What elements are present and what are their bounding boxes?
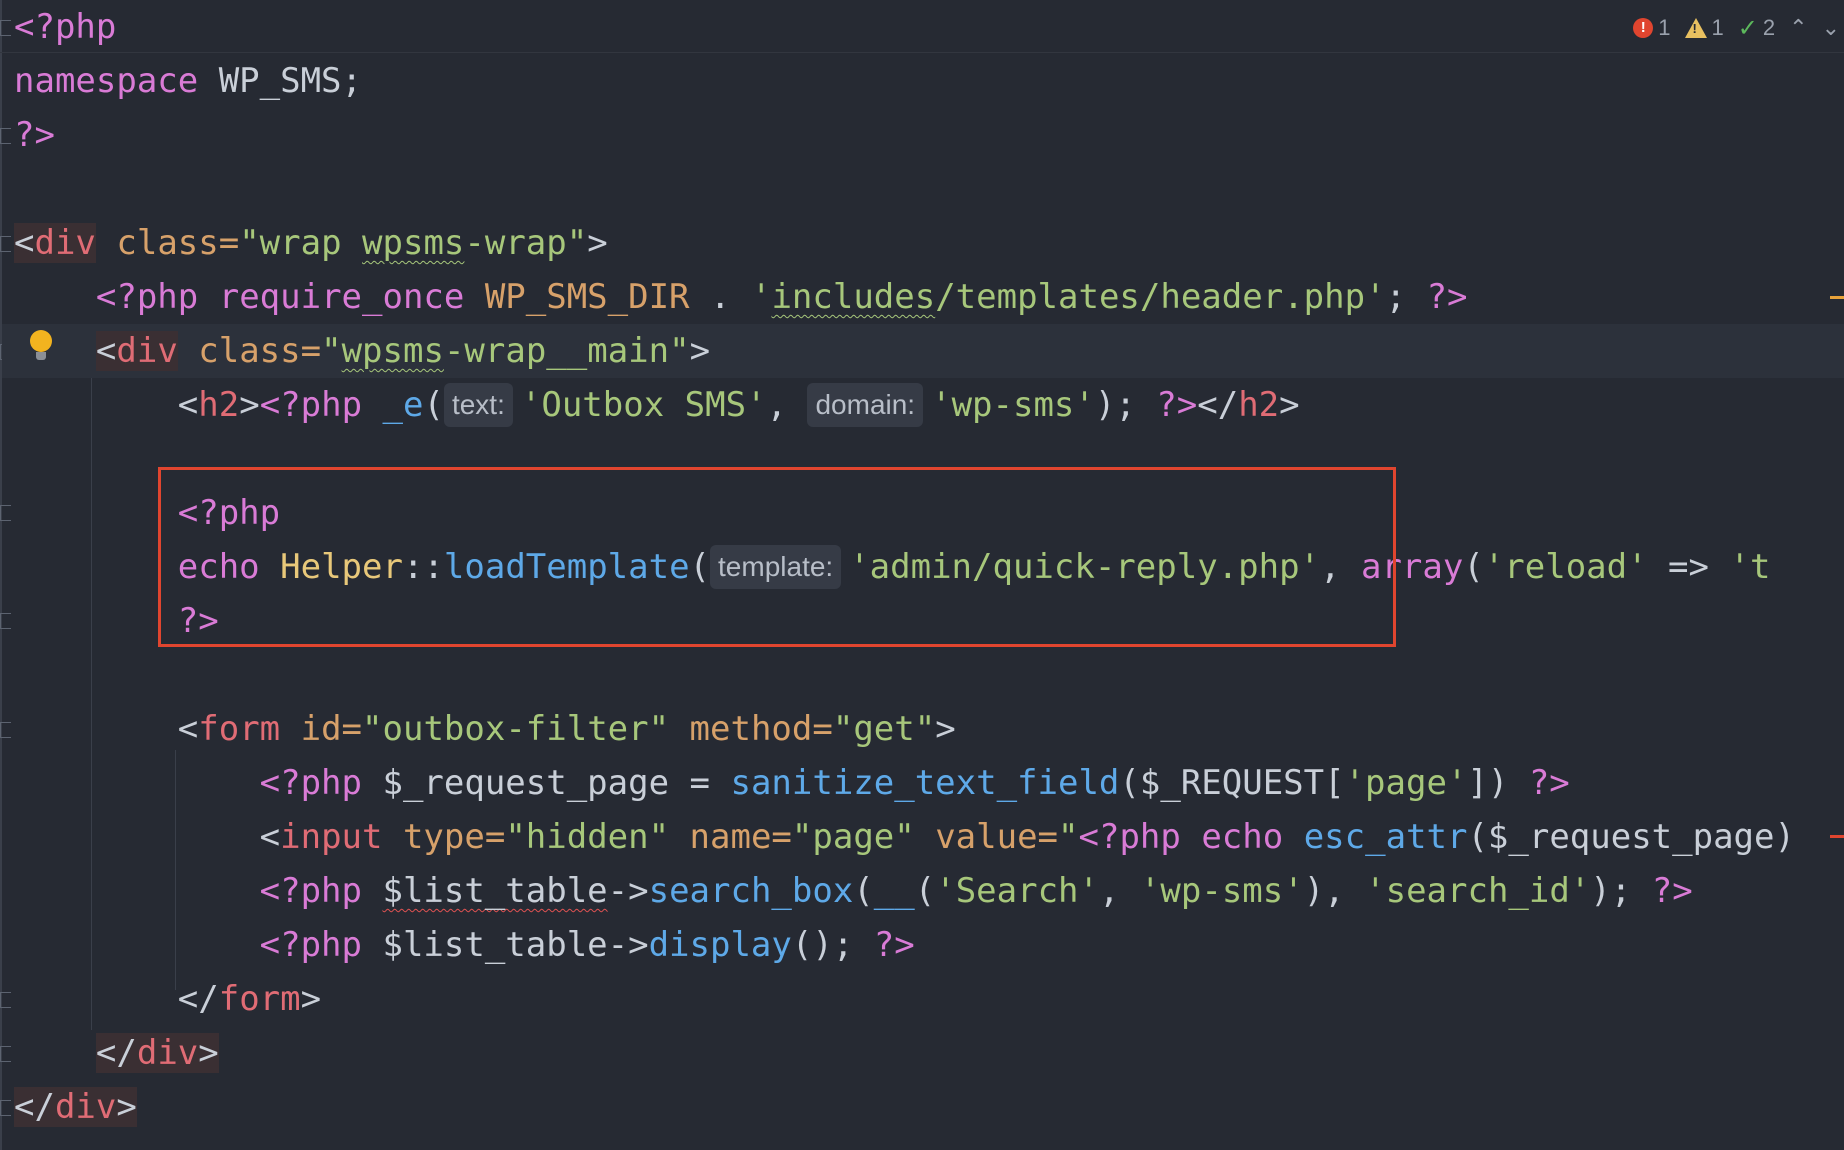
- code-line[interactable]: namespace WP_SMS;: [14, 54, 1844, 108]
- code-line[interactable]: <?php $list_table->display(); ?>: [14, 918, 1844, 972]
- code-line[interactable]: <?php $_request_page = sanitize_text_fie…: [14, 756, 1844, 810]
- code-line[interactable]: <?php require_once WP_SMS_DIR . 'include…: [14, 270, 1844, 324]
- code-line[interactable]: </div>: [14, 1026, 1844, 1080]
- gutter-border: [0, 0, 2, 1150]
- code-line[interactable]: </form>: [14, 972, 1844, 1026]
- code-line[interactable]: <h2><?php _e(text: 'Outbox SMS', domain: '…: [14, 378, 1844, 432]
- lightbulb-icon[interactable]: [30, 330, 52, 360]
- code-editor[interactable]: ! 1 ! 1 ✓ 2 ⌃ ⌄ <?php namespace WP_SMS; …: [0, 0, 1844, 1150]
- fold-marker[interactable]: [0, 128, 11, 144]
- fold-marker[interactable]: [0, 613, 11, 629]
- param-hint-text: text:: [443, 383, 513, 427]
- code-line[interactable]: </div>: [14, 1080, 1844, 1134]
- code-line[interactable]: <div class="wrap wpsms-wrap">: [14, 216, 1844, 270]
- code-line[interactable]: ?>: [14, 108, 1844, 162]
- code-line[interactable]: <?php: [14, 0, 1844, 54]
- fold-marker[interactable]: [0, 1100, 11, 1116]
- highlight-box: [158, 467, 1396, 647]
- code-line-current[interactable]: <div class="wpsms-wrap__main">: [2, 324, 1844, 378]
- fold-marker[interactable]: [0, 236, 11, 252]
- fold-marker[interactable]: [0, 20, 11, 36]
- code-line[interactable]: <input type="hidden" name="page" value="…: [14, 810, 1844, 864]
- code-line[interactable]: <?php $list_table->search_box(__('Search…: [14, 864, 1844, 918]
- fold-marker[interactable]: [0, 505, 11, 521]
- param-hint-domain: domain:: [807, 383, 924, 427]
- fold-marker[interactable]: [0, 722, 11, 738]
- fold-marker[interactable]: [0, 1046, 11, 1062]
- code-line[interactable]: <form id="outbox-filter" method="get">: [14, 702, 1844, 756]
- fold-marker[interactable]: [0, 992, 11, 1008]
